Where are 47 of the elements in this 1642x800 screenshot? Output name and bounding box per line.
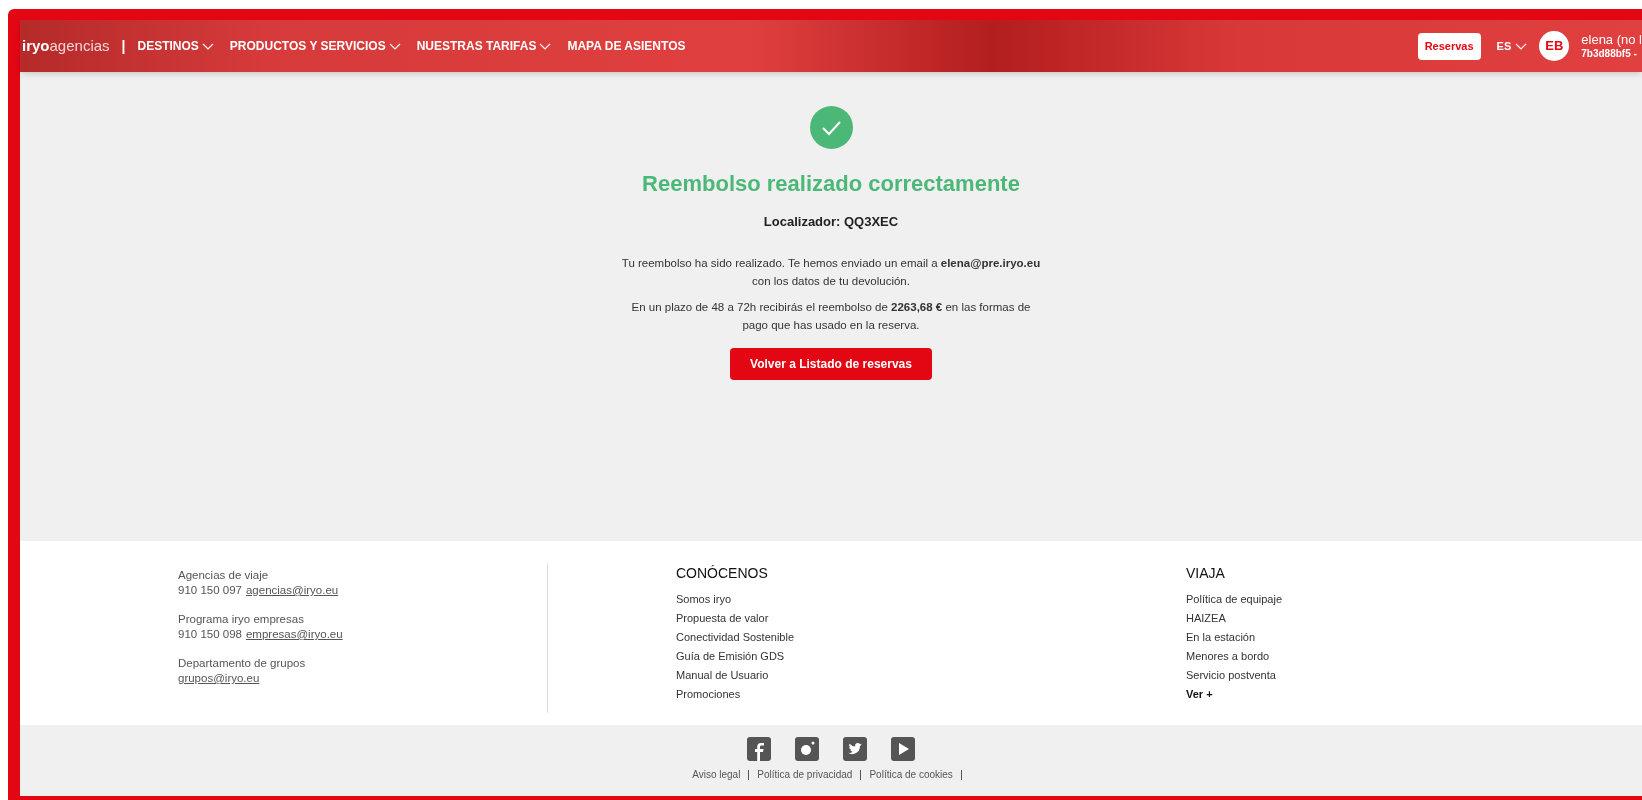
email-link[interactable]: empresas@iryo.eu [245,627,343,642]
footer-link[interactable]: Manual de Usuario [676,668,1186,682]
legal-link[interactable]: Política de cookies [869,767,953,782]
back-to-bookings-button[interactable]: Volver a Listado de reservas [730,347,932,380]
user-id: 7b3d88bf5 - [1581,47,1638,61]
footer-link[interactable]: En la estación [1186,630,1486,644]
bird-icon[interactable] [843,737,867,761]
footer-link[interactable]: Servicio postventa [1186,668,1486,682]
contact-label: Departamento de grupos [178,656,307,671]
nav-menu-item[interactable]: MAPA DE ASIENTOS [567,37,686,55]
footer-link[interactable]: Ver + [1186,687,1486,701]
success-check-icon [809,106,853,149]
column-heading: VIAJA [1186,564,1226,583]
reservas-button[interactable]: Reservas [1417,32,1481,60]
user-avatar[interactable]: EB [1539,31,1570,61]
chevron-down-icon [1515,42,1528,50]
language-selector[interactable]: ES [1496,37,1528,55]
email-link[interactable]: grupos@iryo.eu [178,671,260,686]
phone-number: 910 150 097 [178,583,242,598]
footer-link[interactable]: Promociones [676,687,1186,701]
footer-link[interactable]: Menores a bordo [1186,649,1486,663]
contact-label: Programa iryo empresas [178,612,305,627]
column-heading: CONÓCENOS [676,564,769,583]
nav-menu-item[interactable]: DESTINOS [137,37,214,55]
separator: | [121,37,126,56]
footer-link[interactable]: Guía de Emisión GDS [676,649,1186,663]
contact-label: Agencias de viaje [178,568,270,583]
footer-link[interactable]: Somos iryo [676,592,1186,606]
email-link[interactable]: agencias@iryo.eu [245,583,339,598]
nav-menu-item[interactable]: PRODUCTOS Y SERVICIOS [229,37,401,55]
footer-link[interactable]: Propuesta de valor [676,611,1186,625]
logo[interactable]: iryoagencias [22,34,110,58]
footer-link[interactable]: Conectividad Sostenible [676,630,1186,644]
legal-link[interactable]: Aviso legal [692,767,741,782]
facebook-icon[interactable] [747,737,771,761]
instagram-icon[interactable] [795,737,819,761]
message-paragraph: En un plazo de 48 a 72h recibirás el reembolso de 2263,68 € en las formas de pago que has usado en la reserva. [630,299,1032,333]
locator: Localizador: QQ3XEC [763,213,899,231]
nav-menu-item[interactable]: NUESTRAS TARIFAS [416,37,552,55]
footer-link[interactable]: Política de equipaje [1186,592,1486,606]
play-icon[interactable] [891,737,915,761]
message-paragraph: Tu reembolso ha sido realizado. Te hemos enviado un email a elena@pre.iryo.eu con los datos de tu devolución. [621,255,1041,289]
user-name: elena (no l [1581,31,1642,48]
footer-link[interactable]: HAIZEA [1186,611,1486,625]
success-title: Reembolso realizado correctamente [642,170,1020,198]
legal-link[interactable]: Política de privacidad [757,767,853,782]
phone-number: 910 150 098 [178,627,242,642]
